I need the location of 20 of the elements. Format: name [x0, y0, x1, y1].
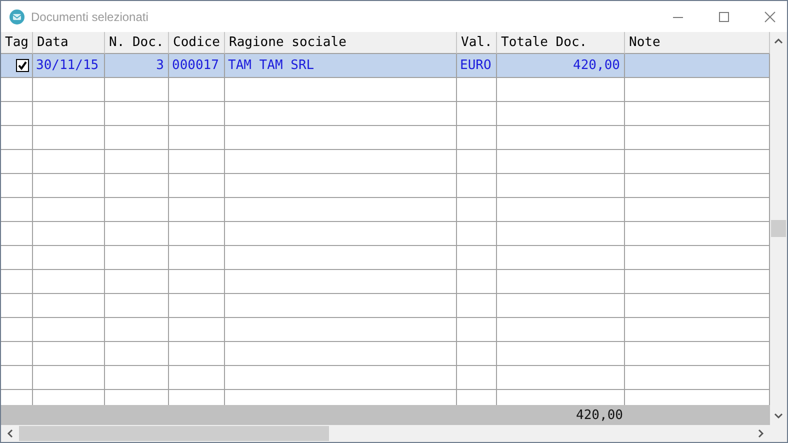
close-icon[interactable] [764, 10, 776, 22]
total-amount: 420,00 [576, 408, 623, 422]
checkbox[interactable] [16, 59, 29, 72]
table-cell: TAM TAM SRL [228, 58, 314, 73]
scroll-left-icon[interactable] [7, 429, 13, 438]
maximize-icon[interactable] [718, 10, 730, 22]
scroll-right-icon[interactable] [758, 429, 764, 438]
table-cell: 000017 [172, 58, 219, 73]
scroll-up-icon[interactable] [774, 38, 783, 44]
table-row[interactable]: 30/11/15 3 000017 TAM TAM SRL EURO 420,00 [1, 54, 770, 78]
table-cell: 30/11/15 [36, 58, 99, 73]
scroll-down-icon[interactable] [774, 413, 783, 419]
app-icon [9, 8, 25, 24]
vertical-scrollbar[interactable] [770, 32, 787, 425]
scrollbar-thumb[interactable] [19, 426, 329, 441]
table-cell: 420,00 [573, 58, 620, 73]
table-cell: EURO [460, 58, 492, 73]
window-title: Documenti selezionati [31, 10, 148, 24]
scrollbar-thumb[interactable] [771, 220, 786, 237]
table-cell: 3 [156, 58, 164, 73]
